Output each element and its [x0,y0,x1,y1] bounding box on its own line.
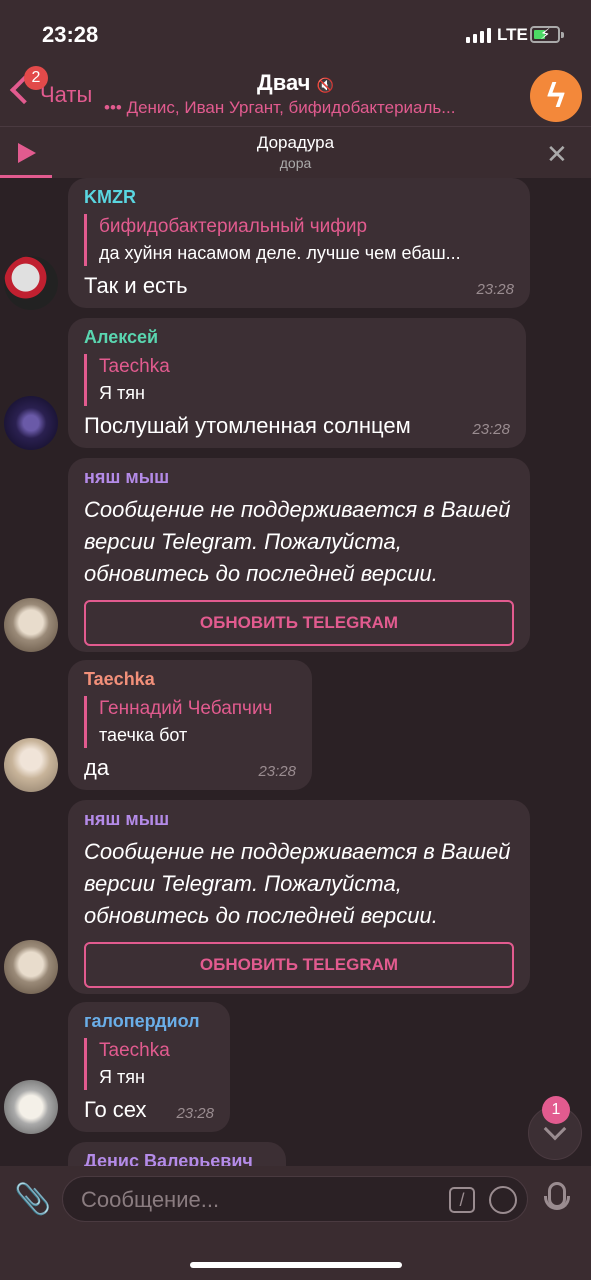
avatar[interactable] [4,738,58,792]
sender-name[interactable]: Алексей [84,326,510,348]
reply-text: да хуйня насамом деле. лучше чем ебаш... [99,243,461,263]
reply-quote[interactable]: Геннадий Чебапчич таечка бот [84,696,296,748]
home-indicator[interactable] [190,1262,402,1268]
message-text: Так и есть [84,273,188,298]
reply-quote[interactable]: Taechka Я тян [84,354,510,406]
sender-name[interactable]: KMZR [84,186,514,208]
chat-title-text: Двач [257,70,311,95]
message-list[interactable]: KMZR бифидобактериальный чифир да хуйня … [0,178,591,1166]
reply-author: Taechka [99,356,170,377]
avatar[interactable] [4,396,58,450]
mute-icon: 🔇 [316,77,334,93]
sender-name[interactable]: няш мыш [84,808,514,830]
status-time: 23:28 [42,22,99,47]
pinned-title: Дорадура [256,133,335,152]
pinned-player-bar[interactable]: Дорадура дора ✕ [0,126,591,178]
paperclip-icon[interactable]: 📎 [14,1182,51,1217]
reply-text: Я тян [99,1067,145,1087]
microphone-stand [544,1196,570,1210]
sender-name[interactable]: галопердиол [84,1010,214,1032]
message-bubble[interactable]: няш мыш Сообщение не поддерживается в Ва… [68,800,530,994]
signal-icon [466,28,491,43]
unread-mentions-badge: 1 [542,1096,570,1124]
pinned-subtitle: дора [279,155,312,171]
message-bubble[interactable]: KMZR бифидобактериальный чифир да хуйня … [68,178,530,308]
reply-author: Геннадий Чебапчич [99,698,273,719]
close-icon[interactable]: ✕ [546,139,568,170]
avatar[interactable] [4,940,58,994]
message-bubble[interactable]: галопердиол Taechka Я тян Го сех 23:28 [68,1002,230,1132]
message-placeholder: Сообщение... [81,1187,220,1212]
chat-title[interactable]: Двач 🔇 [0,70,591,96]
chat-header: Чаты 2 Двач 🔇 ••• Денис, Иван Ургант, би… [0,62,591,126]
reply-quote[interactable]: бифидобактериальный чифир да хуйня насам… [84,214,514,266]
lightning-icon: ϟ [547,76,565,115]
sticker-icon[interactable] [489,1186,517,1214]
chat-avatar[interactable]: ϟ [530,70,582,122]
reply-author: бифидобактериальный чифир [99,216,368,237]
reply-text: Я тян [99,383,145,403]
reply-author: Taechka [99,1040,170,1061]
bot-commands-icon[interactable]: / [449,1187,475,1213]
update-telegram-button[interactable]: ОБНОВИТЬ TELEGRAM [84,600,514,646]
sender-name[interactable]: няш мыш [84,466,514,488]
reply-quote[interactable]: Taechka Я тян [84,1038,214,1090]
sender-name[interactable]: Taechka [84,668,296,690]
message-time: 23:28 [176,1105,214,1122]
message-time: 23:28 [476,281,514,298]
message-bubble[interactable]: няш мыш Сообщение не поддерживается в Ва… [68,458,530,652]
sender-name[interactable]: Денис Валерьевич [84,1150,270,1166]
message-time: 23:28 [258,763,296,780]
chat-members-typing[interactable]: ••• Денис, Иван Ургант, бифидобактериаль… [104,98,514,118]
message-text: Послушай утомленная солнцем [84,413,411,438]
unsupported-message-text: Сообщение не поддерживается в Вашей верс… [84,839,511,928]
avatar[interactable] [4,598,58,652]
message-bubble[interactable]: Taechka Геннадий Чебапчич таечка бот да … [68,660,312,790]
avatar[interactable] [4,256,58,310]
message-bubble[interactable]: Денис Валерьевич [68,1142,286,1166]
status-bar: 23:28 LTE ⚡ [0,0,591,62]
avatar[interactable] [4,1080,58,1134]
message-bubble[interactable]: Алексей Taechka Я тян Послушай утомленна… [68,318,526,448]
battery-icon: ⚡ [530,26,564,43]
unsupported-message-text: Сообщение не поддерживается в Вашей верс… [84,497,511,586]
reply-text: таечка бот [99,725,188,745]
message-time: 23:28 [472,421,510,438]
message-input[interactable]: Сообщение... / [62,1176,528,1222]
update-telegram-button[interactable]: ОБНОВИТЬ TELEGRAM [84,942,514,988]
network-label: LTE [497,25,528,44]
